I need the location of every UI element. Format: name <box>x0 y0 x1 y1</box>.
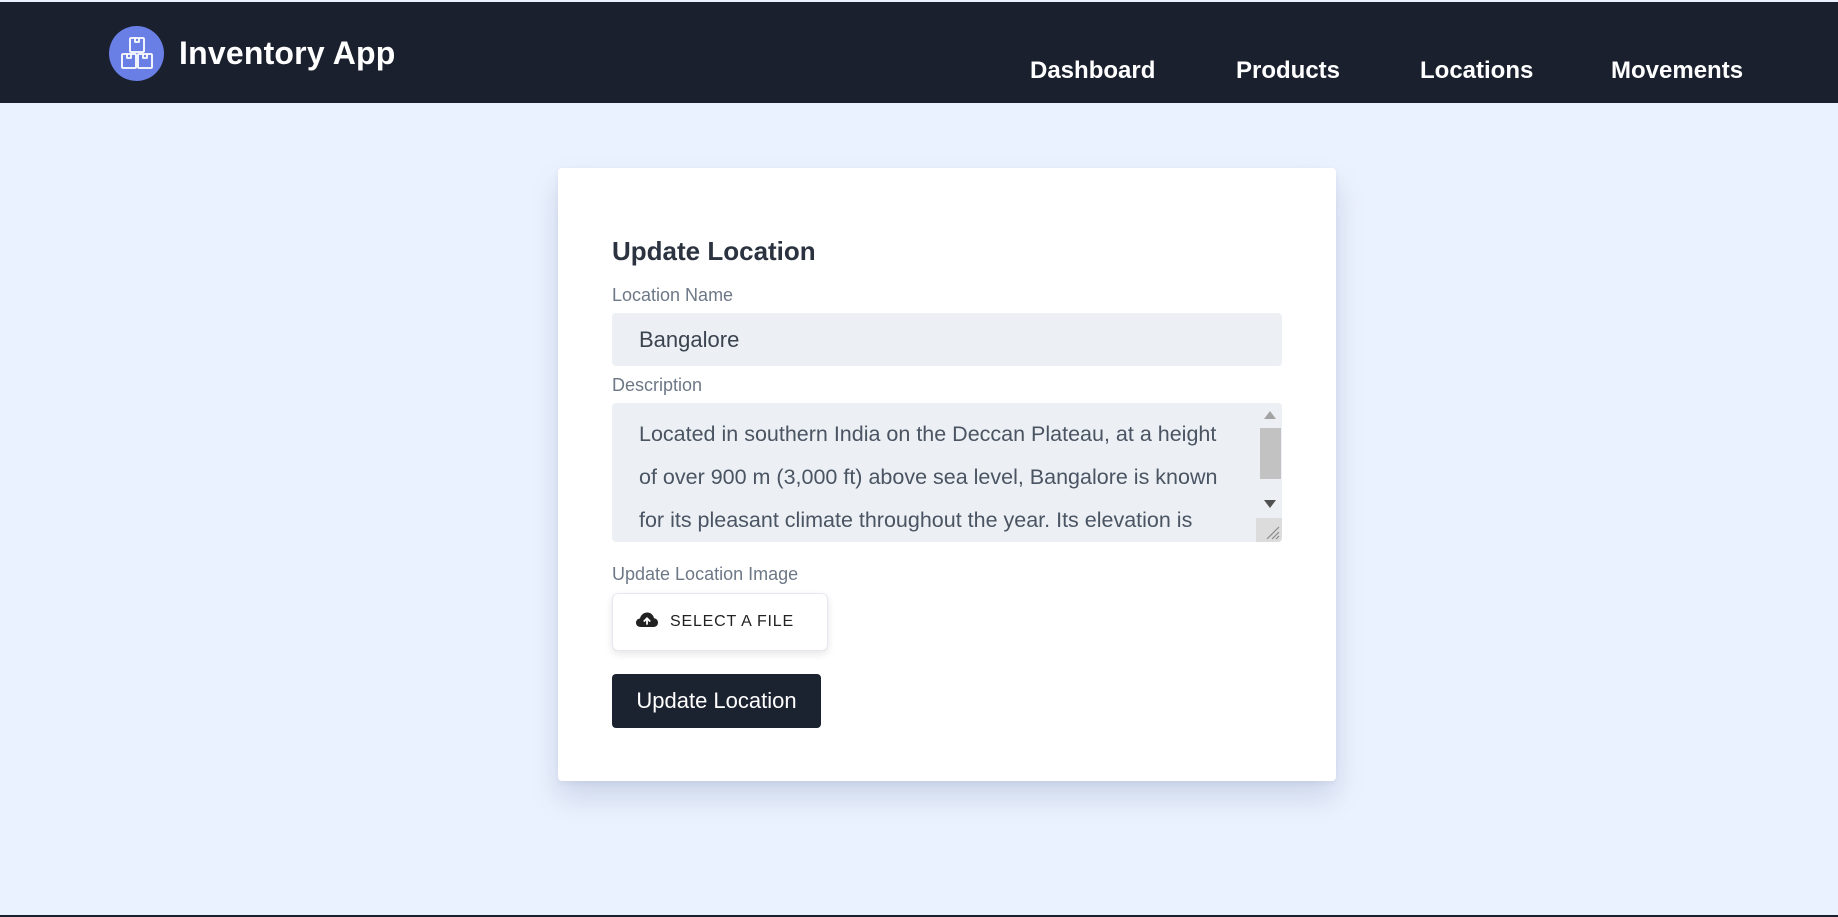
scroll-up-arrow-icon[interactable] <box>1264 411 1276 419</box>
resize-grip-icon[interactable] <box>1256 518 1282 542</box>
boxes-icon <box>109 26 164 81</box>
nav-dashboard[interactable]: Dashboard <box>1030 57 1155 85</box>
form-title: Update Location <box>612 236 816 266</box>
select-file-button[interactable]: SELECT A FILE <box>612 593 828 651</box>
nav-products[interactable]: Products <box>1236 57 1340 85</box>
location-name-input[interactable] <box>612 313 1282 366</box>
update-location-button[interactable]: Update Location <box>612 674 821 728</box>
scroll-down-arrow-icon[interactable] <box>1264 500 1276 508</box>
nav-locations[interactable]: Locations <box>1420 57 1533 85</box>
top-navbar: Inventory App Dashboard Products Locatio… <box>0 2 1838 103</box>
image-label: Update Location Image <box>612 564 799 584</box>
scroll-thumb[interactable] <box>1260 428 1281 479</box>
select-file-label: SELECT A FILE <box>670 613 794 630</box>
update-location-card: Update Location Location Name Descriptio… <box>558 168 1336 781</box>
description-textarea[interactable]: Located in southern India on the Deccan … <box>612 403 1282 542</box>
description-text: Located in southern India on the Deccan … <box>639 422 1218 532</box>
brand[interactable]: Inventory App <box>109 26 396 81</box>
description-label: Description <box>612 375 703 395</box>
nav-movements[interactable]: Movements <box>1611 57 1743 85</box>
location-name-label: Location Name <box>612 285 734 305</box>
cloud-upload-icon <box>635 611 659 634</box>
app-title: Inventory App <box>179 35 396 71</box>
